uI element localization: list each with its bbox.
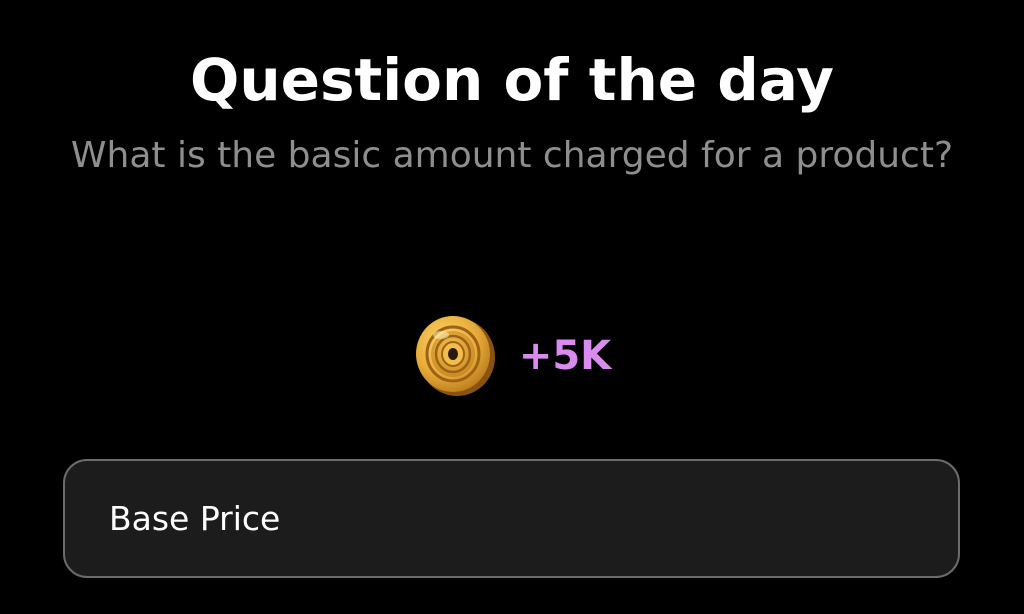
- question-text: What is the basic amount charged for a p…: [70, 135, 954, 176]
- page-title: Question of the day: [190, 46, 834, 114]
- reward-amount: +5K: [518, 333, 612, 379]
- answer-option-base-price[interactable]: Base Price: [63, 459, 960, 578]
- coin-icon: [415, 316, 495, 396]
- reward-row: +5K: [0, 310, 1024, 400]
- answer-label: Base Price: [109, 499, 281, 538]
